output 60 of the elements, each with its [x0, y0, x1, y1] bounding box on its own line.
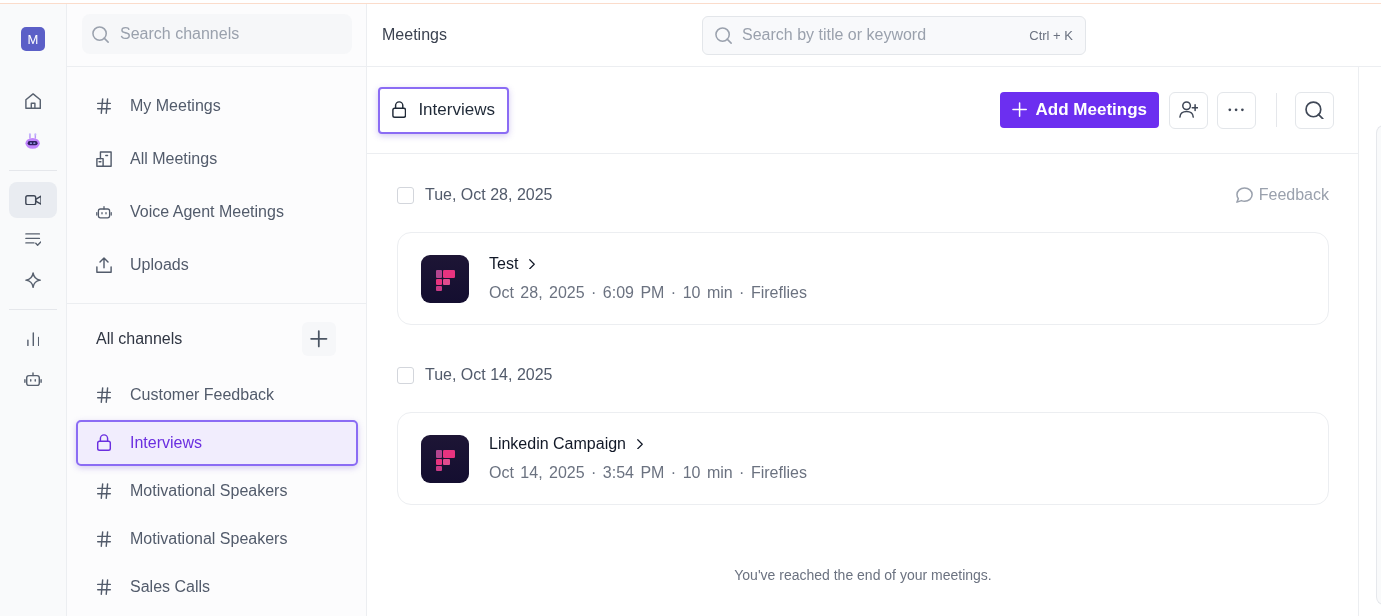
nav-button[interactable] [9, 182, 57, 218]
end-of-list-message: You've reached the end of your meetings. [734, 566, 992, 585]
shortcut-hint: Ctrl + K [1029, 27, 1073, 43]
search-icon [92, 26, 110, 44]
sidebar-item[interactable]: Customer Feedback [76, 372, 358, 418]
meeting-card[interactable]: Test Oct 28, 2025 · 6:09 PM · 10 min · Fireflies [397, 232, 1329, 325]
video-camera-icon [24, 194, 42, 206]
lock-icon [96, 434, 112, 452]
logo-icon [421, 254, 469, 303]
chat-bubble-icon [1235, 186, 1253, 204]
select-checkbox[interactable] [397, 366, 414, 384]
more-icon [1228, 108, 1245, 112]
plus-icon [310, 330, 328, 348]
add-meetings-button[interactable]: Add Meetings [1000, 92, 1159, 128]
workspace-avatar[interactable]: M [21, 27, 45, 51]
search-icon [715, 26, 733, 44]
section-heading: All channels [96, 330, 183, 348]
hash-icon [96, 482, 112, 500]
logo-icon [421, 434, 469, 483]
sidebar-item[interactable]: Motivational Speakers [76, 468, 358, 514]
date-heading: Tue, Oct 28, 2025 [425, 186, 553, 204]
select-checkbox[interactable] [397, 186, 414, 204]
meeting-card[interactable]: Linkedin Campaign Oct 14, 2025 · 3:54 PM · 10 min · Fireflies [397, 412, 1329, 505]
robot-icon [24, 371, 42, 387]
sidebar-item[interactable]: Sales Calls [76, 564, 358, 610]
page-title: Meetings [382, 26, 447, 44]
meeting-details: Oct 28, 2025 · 6:09 PM · 10 min · Fireflies [489, 283, 807, 303]
meeting-title-link[interactable]: Test [489, 254, 536, 274]
add-channel-button[interactable] [302, 322, 336, 356]
chevron-right-icon [637, 438, 643, 450]
hash-icon [96, 386, 112, 404]
robot-icon [96, 204, 112, 220]
lock-icon [392, 101, 407, 119]
sidebar-item[interactable]: Uploads [76, 241, 358, 289]
sidebar-item[interactable]: Voice Agent Meetings [76, 188, 358, 236]
date-heading: Tue, Oct 14, 2025 [425, 366, 553, 384]
sparkle-icon [24, 271, 42, 289]
checklist-icon [24, 233, 42, 247]
hash-icon [96, 530, 112, 548]
channel-search-field[interactable]: Search channels [82, 14, 352, 54]
sidebar-item[interactable]: My Meetings [76, 82, 358, 130]
hash-icon [96, 97, 112, 115]
home-icon [24, 92, 42, 110]
bot-face-icon [25, 132, 41, 150]
bar-chart-icon [26, 331, 40, 347]
meeting-details: Oct 14, 2025 · 3:54 PM · 10 min · Fireflies [489, 463, 807, 483]
sidebar-item[interactable]: All Meetings [76, 135, 358, 183]
building-icon [96, 150, 112, 168]
upload-icon [96, 256, 112, 274]
chevron-right-icon [529, 258, 536, 270]
add-member-button[interactable] [1169, 91, 1208, 129]
plus-icon [1012, 102, 1028, 118]
hash-icon [96, 578, 112, 596]
search-button[interactable] [1295, 91, 1334, 129]
channel-title[interactable]: Interviews [378, 86, 509, 134]
search-icon [1305, 100, 1324, 120]
sidebar-item[interactable]: Motivational Speakers [76, 516, 358, 562]
add-user-icon [1178, 101, 1199, 119]
meeting-title-link[interactable]: Linkedin Campaign [489, 434, 643, 454]
sidebar-item[interactable]: Interviews [76, 420, 358, 466]
